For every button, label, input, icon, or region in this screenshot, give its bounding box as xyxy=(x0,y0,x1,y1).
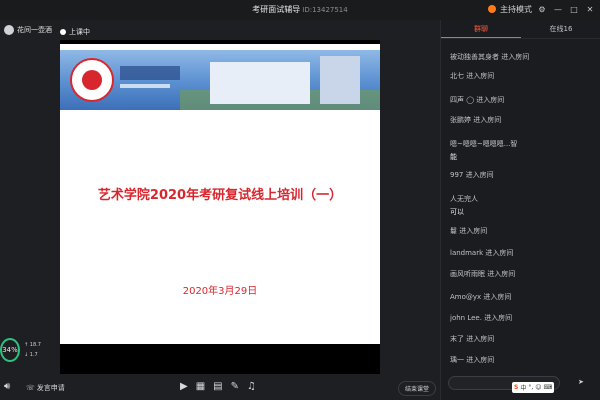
tool-group: ▶ ▦ ▤ ✎ ♫ xyxy=(180,381,256,392)
music-icon[interactable]: ♫ xyxy=(247,381,256,392)
presentation-slide: 艺术学院2020年考研复试线上培训（一） 2020年3月29日 xyxy=(60,44,380,344)
chat-panel: 群聊 在线16 被动独善其身者 进入房间 北七 进入房间 四声 ◯ 进入房间 张… xyxy=(440,20,600,400)
host-mode-icon xyxy=(488,5,496,13)
title-bar: 考研面试辅导 ID:13427514 主持模式 ⚙ — □ ✕ xyxy=(0,0,600,20)
send-icon[interactable]: ➤ xyxy=(578,378,584,386)
network-percent: 34 xyxy=(2,346,12,354)
download-rate: ↓ 1.7 xyxy=(24,352,38,358)
list-item: landmark 进入房间 xyxy=(450,249,514,257)
chat-input-bar: S 中 °, ☺ ⌨ ➤ xyxy=(440,374,600,400)
school-logo xyxy=(70,58,114,102)
window-title-text: 考研面试辅导 xyxy=(252,5,301,14)
slide-date: 2020年3月29日 xyxy=(182,286,258,297)
class-status-label: 上课中 xyxy=(69,28,90,36)
list-item: Amo@yx 进入房间 xyxy=(450,293,512,301)
window-title: 考研面试辅导 ID:13427514 xyxy=(200,4,400,15)
stage-header: 花间一壶酒 上课中 xyxy=(0,20,440,42)
tab-divider xyxy=(441,38,600,39)
gear-icon[interactable]: ⚙ xyxy=(536,3,548,15)
list-item: 鬘 进入房间 xyxy=(450,227,488,235)
window-controls: 主持模式 ⚙ — □ ✕ xyxy=(488,3,596,15)
list-item: 北七 进入房间 xyxy=(450,72,495,80)
edit-icon[interactable]: ✎ xyxy=(231,381,239,392)
speak-request-label: 发言申请 xyxy=(36,384,65,392)
upload-rate: ↑ 18.7 xyxy=(24,342,41,348)
ime-logo-icon: S xyxy=(514,384,519,391)
ime-punct-toggle[interactable]: °, xyxy=(528,384,533,391)
ime-toolbar[interactable]: S 中 °, ☺ ⌨ xyxy=(512,382,555,393)
host-avatar xyxy=(4,25,14,35)
phone-icon: ☏ xyxy=(26,384,35,392)
close-icon[interactable]: ✕ xyxy=(584,3,596,15)
minimize-icon[interactable]: — xyxy=(552,3,564,15)
room-id: ID:13427514 xyxy=(302,6,348,14)
list-item: 嗯~嗯嗯~嗯嗯嗯...智能 xyxy=(450,140,518,161)
speak-request-button[interactable]: ☏ 发言申请 xyxy=(26,383,65,393)
list-item: 瑀一 进入房间 xyxy=(450,356,495,364)
banner-building-image xyxy=(210,62,310,104)
live-dot-icon xyxy=(60,29,66,35)
host-name: 花间一壶酒 xyxy=(17,26,52,34)
list-item: 人无完人 可以 xyxy=(450,195,478,216)
list-item: 画风听雨眠 进入房间 xyxy=(450,270,516,278)
download-rate-value: 1.7 xyxy=(29,352,38,358)
bottom-toolbar: 🔊︎ ☏ 发言申请 ▶ ▦ ▤ ✎ ♫ 结束课堂 xyxy=(0,376,440,400)
image-icon[interactable]: ▦ xyxy=(196,381,205,392)
speaker-icon[interactable]: 🔊︎ xyxy=(4,381,10,392)
maximize-icon[interactable]: □ xyxy=(568,3,580,15)
class-status: 上课中 xyxy=(60,27,90,37)
list-item: john Lee. 进入房间 xyxy=(450,314,513,322)
document-icon[interactable]: ▤ xyxy=(213,381,222,392)
ime-emoji-icon[interactable]: ☺ xyxy=(535,384,541,391)
network-gauge: 34% xyxy=(0,338,20,362)
end-class-button[interactable]: 结束课堂 xyxy=(398,381,437,396)
tab-online[interactable]: 在线16 xyxy=(521,20,600,38)
tab-group-chat[interactable]: 群聊 xyxy=(441,20,521,38)
upload-rate-value: 18.7 xyxy=(29,342,41,348)
list-item: 被动独善其身者 进入房间 xyxy=(450,53,530,61)
list-item: 张鹏婷 进入房间 xyxy=(450,116,502,124)
network-meter: 34% ↑ 18.7 ↓ 1.7 xyxy=(0,338,50,362)
slide-banner xyxy=(60,50,380,110)
ime-lang-toggle[interactable]: 中 xyxy=(520,383,526,392)
video-icon[interactable]: ▶ xyxy=(180,381,188,392)
list-item: 997 进入房间 xyxy=(450,171,494,179)
school-name-calligraphy xyxy=(120,66,180,80)
host-mode-label[interactable]: 主持模式 xyxy=(500,4,532,15)
host-info: 花间一壶酒 xyxy=(4,25,52,35)
ime-keyboard-icon[interactable]: ⌨ xyxy=(544,384,553,391)
slide-title: 艺术学院2020年考研复试线上培训（一） xyxy=(97,188,343,203)
banner-tower-image xyxy=(320,56,360,104)
list-item: 四声 ◯ 进入房间 xyxy=(450,96,505,104)
list-item: 末了 进入房间 xyxy=(450,335,495,343)
panel-tabs: 群聊 在线16 xyxy=(441,20,600,38)
school-name-english xyxy=(120,84,170,88)
